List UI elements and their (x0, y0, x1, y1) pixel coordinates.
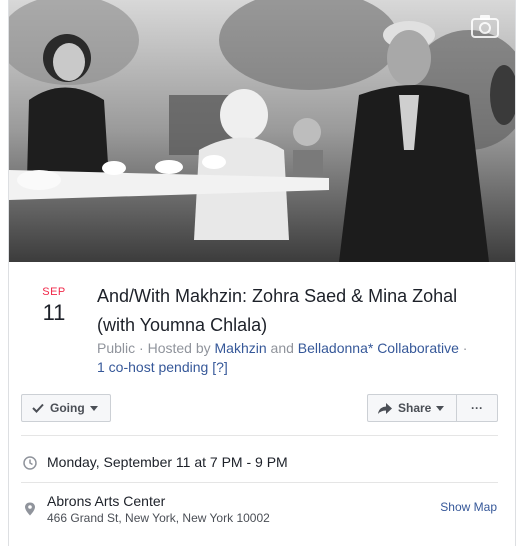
event-month: SEP (42, 286, 66, 298)
host-link-belladonna[interactable]: Belladonna* Collaborative (298, 340, 459, 356)
event-card: SEP 11 And/With Makhzin: Zohra Saed & Mi… (8, 0, 516, 546)
chevron-down-icon (89, 405, 98, 411)
divider (21, 435, 498, 436)
chevron-down-icon (436, 405, 445, 411)
event-host-info: Public · Hosted by Makhzin and Belladonn… (97, 339, 497, 377)
more-options-button[interactable]: ··· (456, 394, 498, 422)
hosted-by-label: · Hosted by (139, 340, 211, 356)
location-name[interactable]: Abrons Arts Center (47, 493, 165, 509)
share-arrow-icon (378, 402, 392, 414)
map-pin-icon (25, 502, 35, 516)
check-icon (32, 403, 44, 413)
event-day: 11 (42, 300, 66, 325)
location-address: 466 Grand St, New York, New York 10002 (47, 511, 270, 525)
cover-photo[interactable] (9, 0, 515, 262)
event-title: And/With Makhzin: Zohra Saed & Mina Zoha… (97, 286, 458, 335)
privacy-label: Public (97, 340, 136, 356)
share-button[interactable]: Share (367, 394, 457, 422)
cover-photo-image (9, 0, 515, 262)
cohost-pending-link[interactable]: 1 co-host pending [?] (97, 359, 228, 375)
divider (21, 482, 498, 483)
and-label: and (270, 340, 294, 356)
more-label: ··· (471, 401, 483, 415)
event-date-badge: SEP 11 (29, 286, 79, 326)
going-label: Going (50, 401, 85, 415)
share-label: Share (398, 401, 432, 415)
event-datetime[interactable]: Monday, September 11 at 7 PM - 9 PM (47, 454, 288, 470)
separator: · (462, 340, 468, 356)
show-map-link[interactable]: Show Map (440, 500, 497, 514)
camera-icon[interactable] (471, 14, 499, 38)
clock-icon (23, 456, 37, 470)
host-link-makhzin[interactable]: Makhzin (215, 340, 267, 356)
going-button[interactable]: Going (21, 394, 111, 422)
